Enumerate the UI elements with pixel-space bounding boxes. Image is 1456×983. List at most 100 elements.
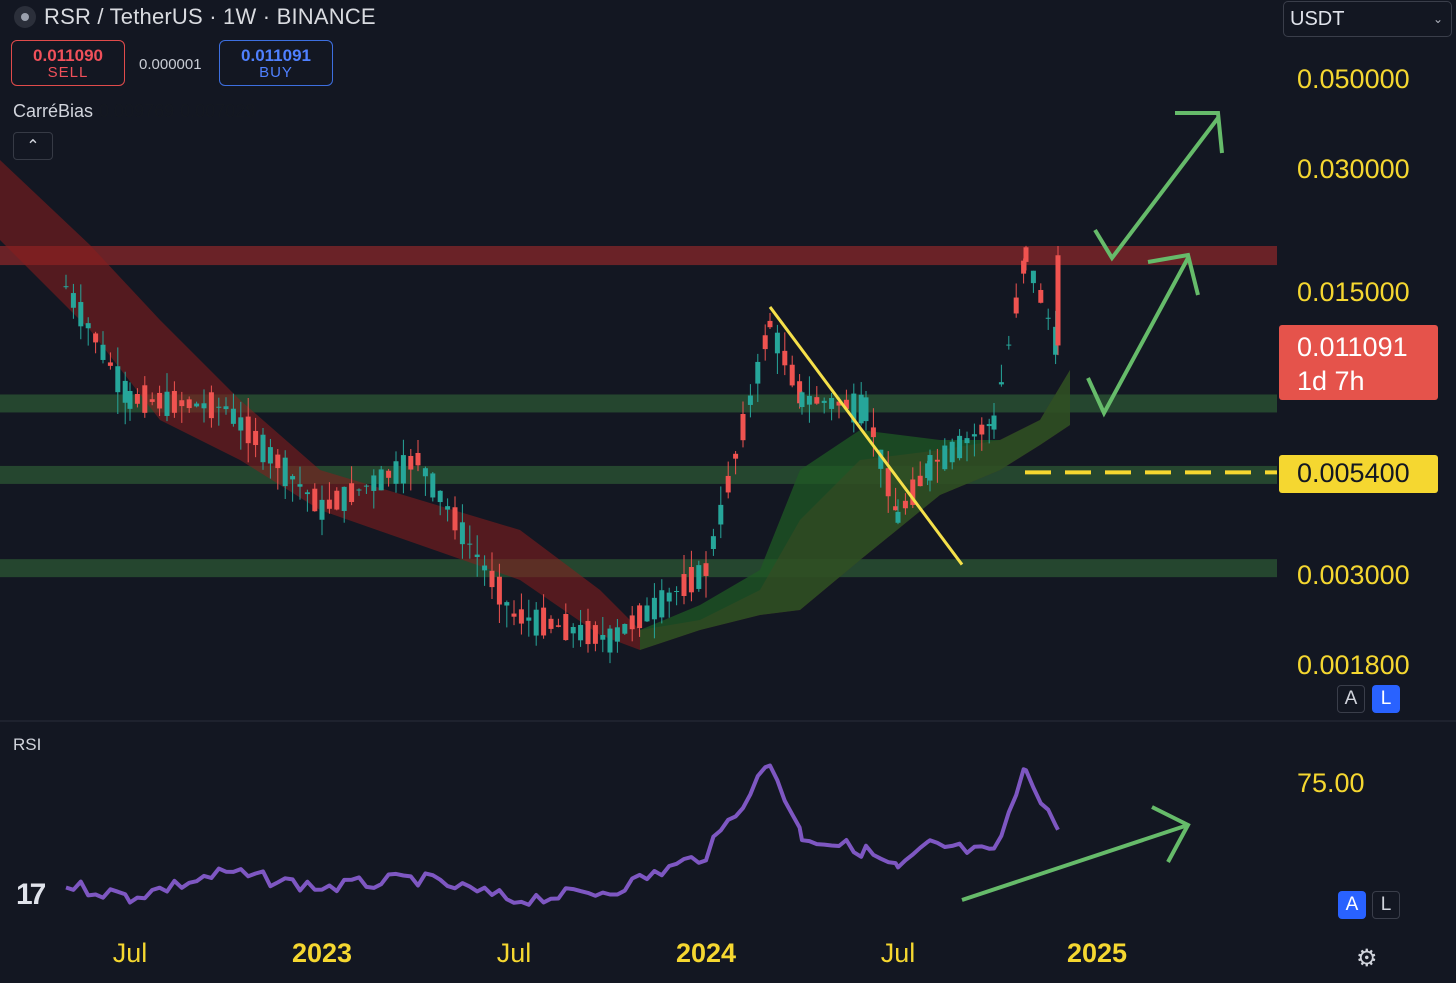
candle-body: [275, 454, 281, 469]
chart-header: RSR / TetherUS · 1W · BINANCE: [14, 4, 376, 30]
candle-body: [957, 435, 963, 459]
candle-body: [555, 625, 561, 627]
candle-body: [504, 602, 510, 606]
price-axis-label: 0.001800: [1297, 650, 1410, 680]
buy-price: 0.011091: [241, 45, 311, 65]
candle-body: [1023, 247, 1029, 262]
candle-body: [304, 492, 310, 495]
support-price-tag: 0.005400: [1279, 455, 1438, 493]
quote-currency-select[interactable]: USDT ⌄: [1283, 1, 1452, 37]
candle-body: [806, 395, 812, 405]
candle-body: [1055, 255, 1061, 346]
sell-price: 0.011090: [33, 45, 103, 65]
candle-body: [238, 417, 244, 431]
candle-body: [659, 590, 665, 618]
candle-body: [1030, 270, 1036, 284]
candle-body: [971, 434, 977, 437]
price-axis-label: 0.003000: [1297, 560, 1410, 590]
candle-body: [526, 617, 532, 621]
candle-body: [592, 625, 598, 644]
candle-body: [774, 332, 780, 354]
time-axis-label: Jul: [880, 938, 916, 968]
price-axis-label: 0.030000: [1297, 154, 1410, 184]
candle-body: [782, 350, 788, 366]
candle-body: [578, 624, 584, 641]
candle-body: [762, 335, 768, 350]
candle-body: [127, 390, 133, 409]
candle-body: [201, 403, 207, 409]
support-zone: [0, 465, 1277, 484]
price-chart[interactable]: [0, 0, 1456, 983]
candle-body: [400, 455, 406, 484]
candle-body: [157, 392, 163, 409]
last-price-value: 0.011091: [1297, 332, 1408, 362]
sell-button[interactable]: 0.011090 SELL: [11, 40, 125, 86]
candle-body: [755, 361, 761, 384]
candle-body: [767, 320, 773, 328]
upper-projection-arrow: [1093, 116, 1220, 262]
candle-body: [644, 605, 650, 622]
candle-body: [164, 391, 170, 416]
candle-body: [674, 590, 680, 592]
candle-body: [902, 500, 908, 509]
candle-body: [171, 390, 177, 413]
candle-body: [452, 507, 458, 531]
candle-body: [356, 489, 362, 491]
rsi-auto-scale-button[interactable]: A: [1338, 891, 1366, 919]
rsi-log-scale-button[interactable]: L: [1372, 891, 1400, 919]
candle-body: [681, 574, 687, 597]
candle-body: [703, 563, 709, 576]
last-price-tag: 0.011091 1d 7h: [1279, 325, 1438, 400]
buy-button[interactable]: 0.011091 BUY: [219, 40, 333, 86]
rsi-title[interactable]: RSI: [13, 735, 41, 755]
candle-body: [986, 424, 992, 427]
candle-body: [747, 395, 753, 405]
candle-body: [326, 499, 332, 509]
candle-body: [489, 570, 495, 588]
candle-body: [70, 293, 76, 308]
candle-body: [696, 565, 702, 589]
chevron-down-icon: ⌄: [1432, 12, 1443, 26]
candle-body: [393, 461, 399, 484]
price-axis-label: 0.050000: [1297, 64, 1410, 94]
resistance-zone: [0, 245, 1277, 266]
candle-body: [363, 485, 369, 487]
candle-body: [893, 506, 899, 511]
candle-body: [134, 394, 140, 404]
candle-body: [614, 627, 620, 642]
candle-body: [998, 382, 1004, 385]
candle-body: [107, 362, 113, 366]
candle-body: [482, 565, 488, 571]
rsr-logo-icon: [14, 6, 36, 28]
candle-body: [430, 473, 436, 498]
candle-body: [349, 483, 355, 503]
candle-body: [895, 511, 901, 523]
candle-body: [267, 447, 273, 464]
candle-body: [821, 400, 827, 403]
candle-body: [511, 613, 517, 617]
indicator-legend[interactable]: CarréBias 0.009769 0.007028: [13, 101, 255, 122]
candle-body: [789, 364, 795, 386]
quote-currency-value: USDT: [1290, 7, 1345, 30]
candle-body: [885, 468, 891, 497]
candle-body: [63, 286, 69, 288]
candle-body: [725, 475, 731, 493]
candle-body: [917, 475, 923, 487]
log-scale-button[interactable]: L: [1372, 685, 1400, 713]
candle-body: [186, 399, 192, 409]
collapse-legend-button[interactable]: ⌃: [13, 132, 53, 160]
candle-body: [518, 609, 524, 624]
candle-body: [934, 459, 940, 462]
auto-scale-button[interactable]: A: [1337, 685, 1365, 713]
candle-body: [1013, 297, 1019, 314]
candle-body: [949, 441, 955, 463]
candle-body: [290, 476, 296, 480]
symbol-title[interactable]: RSR / TetherUS · 1W · BINANCE: [44, 4, 376, 30]
candle-body: [829, 397, 835, 409]
candle-body: [149, 399, 155, 402]
candle-body: [341, 486, 347, 511]
spread-value: 0.000001: [139, 56, 202, 73]
candle-body: [437, 490, 443, 503]
settings-gear-icon[interactable]: ⚙: [1356, 944, 1378, 973]
candle-body: [533, 609, 539, 636]
